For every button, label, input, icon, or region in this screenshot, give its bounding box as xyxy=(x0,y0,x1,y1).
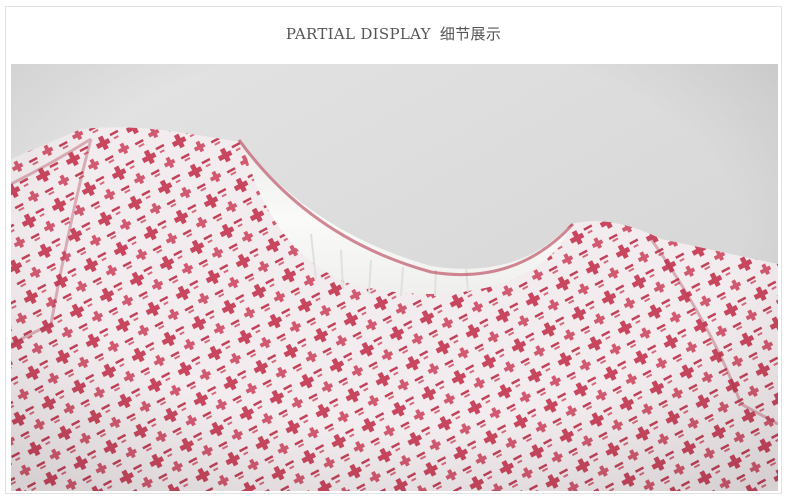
section-title: PARTIAL DISPLAY 细节展示 xyxy=(286,23,501,44)
section-title-en: PARTIAL DISPLAY xyxy=(285,24,431,43)
section-title-zh: 细节展示 xyxy=(439,24,502,43)
product-detail-photo xyxy=(11,64,778,491)
garment-collar-image xyxy=(11,64,778,491)
detail-frame: PARTIAL DISPLAY 细节展示 xyxy=(5,6,782,494)
section-header: PARTIAL DISPLAY 细节展示 xyxy=(6,7,781,59)
